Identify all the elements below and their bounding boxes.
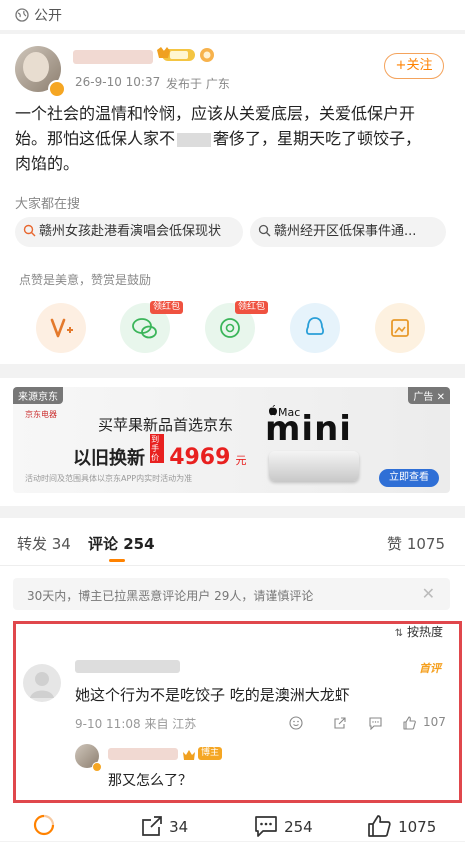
save-image-button[interactable] [375,303,425,353]
ad-card[interactable]: 来源京东 广告 ✕ 京东电器 买苹果新品首选京东 以旧换新 到手价 4969 元… [0,378,465,506]
close-icon[interactable]: ✕ [422,584,435,603]
ad-promo-prefix: 以旧换新 [73,448,145,469]
ad-cta-button[interactable]: 立即查看 [379,469,439,487]
verified-badge-icon [48,80,66,98]
ad-label[interactable]: 广告 ✕ [408,387,450,404]
ad-headline: 买苹果新品首选京东 [98,416,234,434]
qq-share-button[interactable] [290,303,340,353]
highlighted-comment-box [13,621,462,803]
bottom-like-count: 1075 [398,818,437,836]
like-icon[interactable] [402,715,417,734]
image-icon [391,319,409,337]
search-heading: 大家都在搜 [15,197,81,212]
post-text-segment: 始。那怕这低保人家不 [15,129,176,148]
share-icon[interactable] [333,715,347,734]
bottom-repost-count: 34 [169,818,189,836]
post-timestamp: 26-9-10 10:37 [75,75,161,89]
ad-banner[interactable]: 来源京东 广告 ✕ 京东电器 买苹果新品首选京东 以旧换新 到手价 4969 元… [13,387,450,493]
bottom-comment-button[interactable]: 254 [253,815,313,841]
search-suggestion-label: 赣州女孩赴港看演唱会低保现状 [39,224,222,239]
visibility-bar: 公开 [0,0,465,30]
search-icon [258,219,271,237]
post-text-segment: 奢侈了，星期天吃了顿饺子， [213,129,422,148]
username-blurred[interactable] [73,50,153,64]
ad-promo-tag: 到手价 [150,434,165,463]
author-badge: 博主 [198,747,223,760]
notice-bar: 30天内，博主已拉黑恶意评论用户 29人，请谨慎评论 ✕ [13,578,450,610]
jd-logo: 京东电器 [25,410,57,419]
default-avatar-icon [30,672,54,698]
globe-icon [15,7,29,22]
reply-text: 那又怎么了？ [108,773,192,789]
reply-author-blurred[interactable] [108,748,178,760]
ad-product: mini [265,409,352,449]
tabs-divider [0,565,465,566]
follow-label: +关注 [395,58,433,73]
refresh-search-icon [23,219,36,237]
red-packet-badge: 领红包 [235,301,269,314]
post-text: 一个社会的温情和怜悯，应该从关爱底层，关爱低保户开 始。那怕这低保人家不 奢侈了，… [15,101,455,176]
bottom-bar: 34 254 1075 [0,811,465,841]
sort-label: 按热度 [406,625,443,639]
sort-toggle[interactable]: ⇅ 按热度 [395,623,443,640]
search-suggestion-label: 赣州经开区低保事件通... [274,224,417,239]
mac-mini-image [269,451,359,481]
verified-badge-icon [92,762,102,772]
tab-repost[interactable]: 转发 34 [17,533,71,554]
reward-v-button[interactable] [36,303,86,353]
tab-comments[interactable]: 评论 254 [88,533,155,554]
close-icon[interactable]: ✕ [437,392,445,403]
sort-icon: ⇅ [394,628,404,639]
tab-active-indicator [109,559,125,562]
first-comment-tag: 首评 [419,662,441,675]
visibility-label: 公开 [34,8,62,24]
post-source: 发布于 广东 [166,77,230,91]
comments-section: 转发 34 评论 254 赞 1075 30天内，博主已拉黑恶意评论用户 29人… [0,518,465,841]
reply-crown-icon [182,746,196,765]
ad-cta-label: 立即查看 [389,472,429,483]
bottom-comment-count: 254 [284,818,313,836]
notice-text: 30天内，博主已拉黑恶意评论用户 29人，请谨慎评论 [27,589,314,603]
comment-icon [253,816,279,841]
post-text-line: 一个社会的温情和怜悯，应该从关爱底层，关爱低保户开 [15,104,416,123]
red-packet-badge: 领红包 [150,301,184,314]
repost-icon [140,816,164,841]
vip-crown-icon [156,46,196,63]
follow-button[interactable]: +关注 [384,53,444,79]
reply-icon[interactable] [368,715,383,734]
comment-meta: 9-10 11:08 来自 江苏 [75,717,197,731]
ad-fineprint: 活动时间及范围具体以京东APP内实时活动为准 [25,474,193,483]
reward-heading: 点赞是美意，赞赏是鼓励 [19,273,152,287]
ad-source-tag: 来源京东 [13,387,63,404]
emoji-reply-icon[interactable] [289,715,303,734]
bottom-like-button[interactable]: 1075 [367,814,436,842]
search-suggestion[interactable]: 赣州经开区低保事件通... [250,217,446,247]
qq-icon [306,317,324,335]
ad-promo: 以旧换新 到手价 4969 元 [73,434,247,470]
thumbs-up-icon [367,815,393,842]
tab-likes[interactable]: 赞 1075 [387,533,445,554]
post-text-line: 始。那怕这低保人家不 奢侈了，星期天吃了顿饺子， [15,126,455,151]
comment-text: 她这个行为不是吃饺子 吃的是澳洲大龙虾 [75,686,350,704]
search-suggestion[interactable]: 赣州女孩赴港看演唱会低保现状 [15,217,243,247]
commenter-name-blurred[interactable] [75,660,180,673]
loading-spinner-icon [33,814,55,840]
ad-label-text: 广告 [413,392,434,403]
medal-icon [198,47,216,63]
redacted-blur [177,132,212,147]
comment-like-count: 107 [423,715,446,729]
post-card: 26-9-10 10:37 发布于 广东 +关注 一个社会的温情和怜悯，应该从关… [0,34,465,364]
ad-price: 4969 [169,445,231,470]
ad-price-unit: 元 [235,454,247,467]
comment-avatar[interactable] [23,664,61,702]
v-plus-icon [50,318,73,338]
post-text-line: 肉馅的。 [15,154,80,173]
bottom-repost-button[interactable]: 34 [140,815,188,841]
